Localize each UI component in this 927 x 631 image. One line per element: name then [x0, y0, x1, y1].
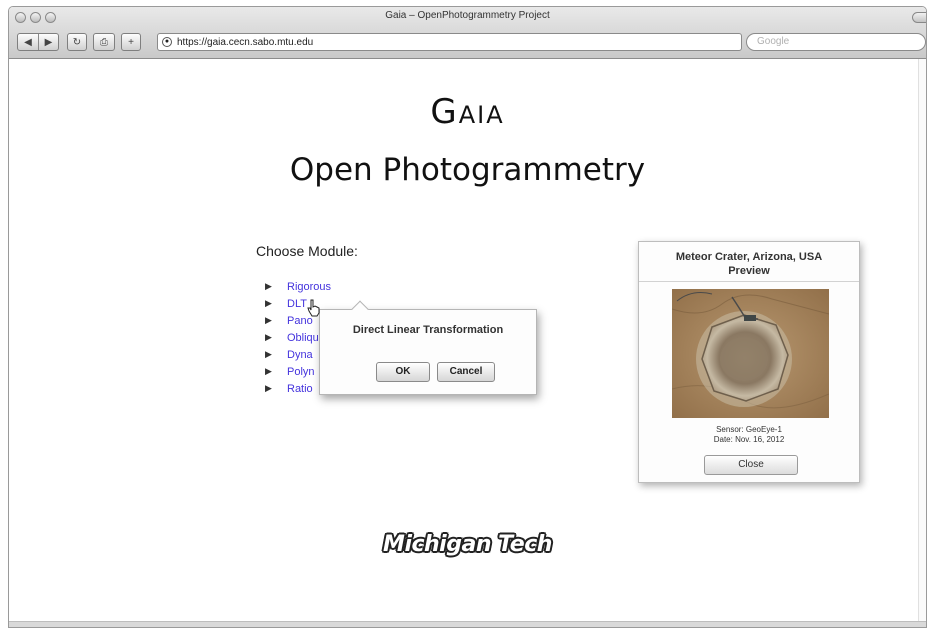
cancel-button[interactable]: Cancel [437, 362, 495, 382]
url-text: https://gaia.cecn.sabo.mtu.edu [177, 36, 314, 48]
module-link-dynamic[interactable]: Dyna [287, 349, 313, 361]
print-icon[interactable]: ⎙ [93, 33, 115, 51]
search-input[interactable]: Google [746, 33, 926, 51]
window-bottom-edge [9, 621, 926, 627]
ok-button[interactable]: OK [376, 362, 430, 382]
preview-metadata: Sensor: GeoEye-1 Date: Nov. 16, 2012 [639, 425, 859, 445]
module-link-oblique[interactable]: Obliqu [287, 332, 319, 344]
triangle-bullet-icon: ▶ [265, 383, 272, 393]
triangle-bullet-icon: ▶ [265, 315, 272, 325]
add-bookmark-icon[interactable]: + [121, 33, 141, 51]
dlt-dialog: Direct Linear Transformation OK Cancel [319, 300, 537, 395]
triangle-bullet-icon: ▶ [265, 298, 272, 308]
reload-icon[interactable]: ↻ [67, 33, 87, 51]
scrollbar[interactable] [918, 59, 926, 627]
module-link-dlt[interactable]: DLT [287, 298, 307, 310]
page-content: Gaia Open Photogrammetry Choose Module: … [9, 59, 926, 627]
page-title: Gaia [430, 92, 505, 132]
triangle-bullet-icon: ▶ [265, 281, 272, 291]
sensor-text: Sensor: GeoEye-1 [716, 425, 782, 434]
divider [639, 281, 859, 282]
forward-arrow-icon[interactable]: ▶ [38, 34, 58, 50]
list-item: ▶ Rigorous [265, 278, 331, 295]
module-link-polynomial[interactable]: Polyn [287, 366, 315, 378]
address-bar[interactable]: ● https://gaia.cecn.sabo.mtu.edu [157, 33, 742, 51]
preview-title-location: Meteor Crater, Arizona, USA [675, 251, 823, 263]
preview-title-label: Preview [728, 265, 770, 277]
triangle-bullet-icon: ▶ [265, 349, 272, 359]
preview-panel: Meteor Crater, Arizona, USA Preview Sens… [638, 241, 860, 483]
title-bar: Gaia – OpenPhotogrammetry Project ◀ ▶ ↻ … [9, 7, 926, 59]
triangle-bullet-icon: ▶ [265, 366, 272, 376]
choose-module-label: Choose Module: [256, 243, 358, 259]
michigan-tech-logo: Michigan Tech [383, 532, 552, 557]
dialog-title: Direct Linear Transformation [352, 324, 504, 336]
browser-window: Gaia – OpenPhotogrammetry Project ◀ ▶ ↻ … [8, 6, 927, 628]
module-link-rational[interactable]: Ratio [287, 383, 313, 395]
site-globe-icon: ● [162, 37, 172, 47]
preview-title: Meteor Crater, Arizona, USA Preview [639, 250, 859, 278]
back-arrow-icon[interactable]: ◀ [18, 34, 38, 50]
hand-pointer-cursor-icon [307, 299, 320, 317]
page-subtitle: Open Photogrammetry [289, 152, 646, 188]
back-forward-group: ◀ ▶ [17, 33, 59, 51]
window-title: Gaia – OpenPhotogrammetry Project [385, 10, 550, 21]
dialog-pointer [351, 300, 369, 318]
close-button[interactable]: Close [704, 455, 798, 475]
module-link-rigorous[interactable]: Rigorous [287, 281, 331, 293]
triangle-bullet-icon: ▶ [265, 332, 272, 342]
toolbar-toggle-button[interactable] [912, 12, 926, 23]
date-text: Date: Nov. 16, 2012 [713, 435, 785, 444]
crater-preview-image [672, 289, 829, 418]
